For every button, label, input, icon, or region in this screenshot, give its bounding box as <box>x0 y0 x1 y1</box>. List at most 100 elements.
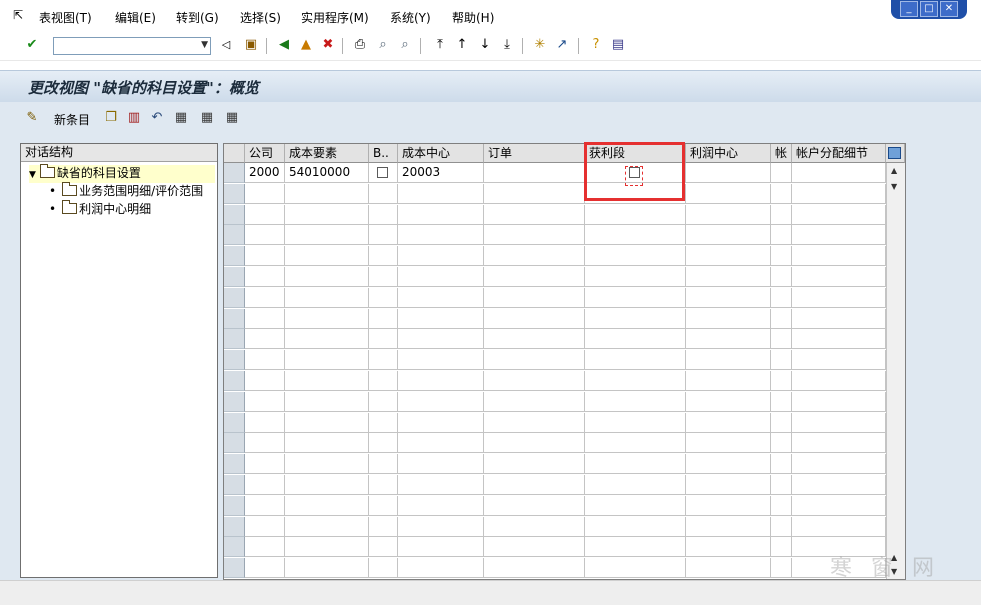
table-cell[interactable] <box>792 267 886 287</box>
column-header-cost-center[interactable]: 成本中心 <box>398 144 484 163</box>
table-cell[interactable] <box>771 329 792 350</box>
table-cell[interactable] <box>585 183 686 204</box>
table-cell[interactable] <box>792 391 886 412</box>
table-cell[interactable] <box>686 267 771 287</box>
table-cell[interactable] <box>369 350 398 371</box>
menu-edit[interactable]: 编辑(E) <box>115 9 156 26</box>
table-cell[interactable] <box>771 204 792 225</box>
table-cell[interactable] <box>285 558 369 579</box>
table-cell[interactable] <box>245 246 285 267</box>
table-cell[interactable] <box>585 350 686 371</box>
table-cell[interactable] <box>771 308 792 329</box>
table-cell[interactable] <box>484 475 585 495</box>
table-cell[interactable] <box>585 433 686 454</box>
table-cell[interactable] <box>686 433 771 454</box>
table-cell[interactable] <box>771 246 792 267</box>
table-cell[interactable] <box>245 495 285 516</box>
table-cell[interactable] <box>285 308 369 329</box>
table-cell[interactable] <box>285 454 369 475</box>
table-cell[interactable] <box>484 329 585 350</box>
table-cell[interactable] <box>686 329 771 350</box>
table-settings-icon[interactable] <box>886 144 905 163</box>
table-cell[interactable] <box>792 516 886 537</box>
back-icon[interactable]: ◀ <box>276 37 292 53</box>
table-cell[interactable] <box>686 204 771 225</box>
table-cell[interactable] <box>245 329 285 350</box>
table-cell[interactable] <box>771 350 792 371</box>
collapse-left-icon[interactable]: ◁ <box>218 37 234 53</box>
cell-account-detail[interactable] <box>792 163 886 183</box>
display-change-icon[interactable]: ✎ <box>24 110 40 126</box>
menu-system[interactable]: 系统(Y) <box>390 9 431 26</box>
create-session-icon[interactable]: ✳ <box>532 37 548 53</box>
column-header-account[interactable]: 帐 <box>771 144 792 163</box>
column-header-profit-center[interactable]: 利润中心 <box>686 144 771 163</box>
table-cell[interactable] <box>484 495 585 516</box>
table-cell[interactable] <box>792 475 886 495</box>
table-cell[interactable] <box>369 246 398 267</box>
table-cell[interactable] <box>398 308 484 329</box>
table-cell[interactable] <box>686 495 771 516</box>
business-area-checkbox[interactable] <box>377 167 388 178</box>
table-cell[interactable] <box>585 495 686 516</box>
table-cell[interactable] <box>792 246 886 267</box>
table-cell[interactable] <box>686 412 771 433</box>
cell-account[interactable] <box>771 163 792 183</box>
table-cell[interactable] <box>484 246 585 267</box>
table-cell[interactable] <box>585 558 686 579</box>
menu-table-view[interactable]: 表视图(T) <box>39 9 92 26</box>
table-cell[interactable] <box>484 267 585 287</box>
close-icon[interactable]: ✕ <box>940 1 958 17</box>
table-cell[interactable] <box>245 516 285 537</box>
table-cell[interactable] <box>484 183 585 204</box>
row-selector[interactable] <box>224 391 245 412</box>
row-selector[interactable] <box>224 433 245 454</box>
command-input[interactable] <box>56 39 194 53</box>
table-cell[interactable] <box>771 287 792 308</box>
delete-icon[interactable]: ▥ <box>126 110 142 126</box>
table-cell[interactable] <box>369 287 398 308</box>
table-cell[interactable] <box>285 246 369 267</box>
table-cell[interactable] <box>585 454 686 475</box>
menu-selection[interactable]: 选择(S) <box>240 9 281 26</box>
table-cell[interactable] <box>369 308 398 329</box>
menu-exit-icon[interactable]: ⇱ <box>13 8 23 22</box>
column-header-order[interactable]: 订单 <box>484 144 585 163</box>
table-cell[interactable] <box>398 225 484 246</box>
scroll-up-icon[interactable]: ▲ <box>891 166 897 175</box>
table-cell[interactable] <box>398 350 484 371</box>
table-cell[interactable] <box>792 495 886 516</box>
table-cell[interactable] <box>484 537 585 558</box>
table-cell[interactable] <box>484 204 585 225</box>
table-cell[interactable] <box>484 391 585 412</box>
table-cell[interactable] <box>792 225 886 246</box>
table-cell[interactable] <box>792 350 886 371</box>
table-cell[interactable] <box>369 225 398 246</box>
vertical-scrollbar[interactable]: ▲ ▼ ▲ ▼ <box>886 163 905 579</box>
save-icon[interactable]: ▣ <box>243 37 259 53</box>
table-cell[interactable] <box>585 329 686 350</box>
table-cell[interactable] <box>398 391 484 412</box>
table-cell[interactable] <box>585 308 686 329</box>
help-icon[interactable]: ? <box>588 37 604 53</box>
table-cell[interactable] <box>398 267 484 287</box>
table-cell[interactable] <box>398 454 484 475</box>
table-cell[interactable] <box>369 204 398 225</box>
table-cell[interactable] <box>792 204 886 225</box>
table-cell[interactable] <box>686 246 771 267</box>
menu-goto[interactable]: 转到(G) <box>176 9 219 26</box>
tree-node-default-account-settings[interactable]: ▼ 缺省的科目设置 <box>29 164 215 183</box>
expand-triangle-icon[interactable]: ▼ <box>29 170 36 180</box>
table-cell[interactable] <box>771 475 792 495</box>
table-cell[interactable] <box>585 537 686 558</box>
next-page-icon[interactable]: ↓ <box>477 37 493 53</box>
table-cell[interactable] <box>245 204 285 225</box>
row-selector[interactable] <box>224 308 245 329</box>
table-cell[interactable] <box>285 183 369 204</box>
table-cell[interactable] <box>686 391 771 412</box>
row-selector[interactable] <box>224 371 245 391</box>
table-cell[interactable] <box>369 516 398 537</box>
row-selector[interactable] <box>224 495 245 516</box>
table-cell[interactable] <box>686 350 771 371</box>
table-cell[interactable] <box>369 329 398 350</box>
